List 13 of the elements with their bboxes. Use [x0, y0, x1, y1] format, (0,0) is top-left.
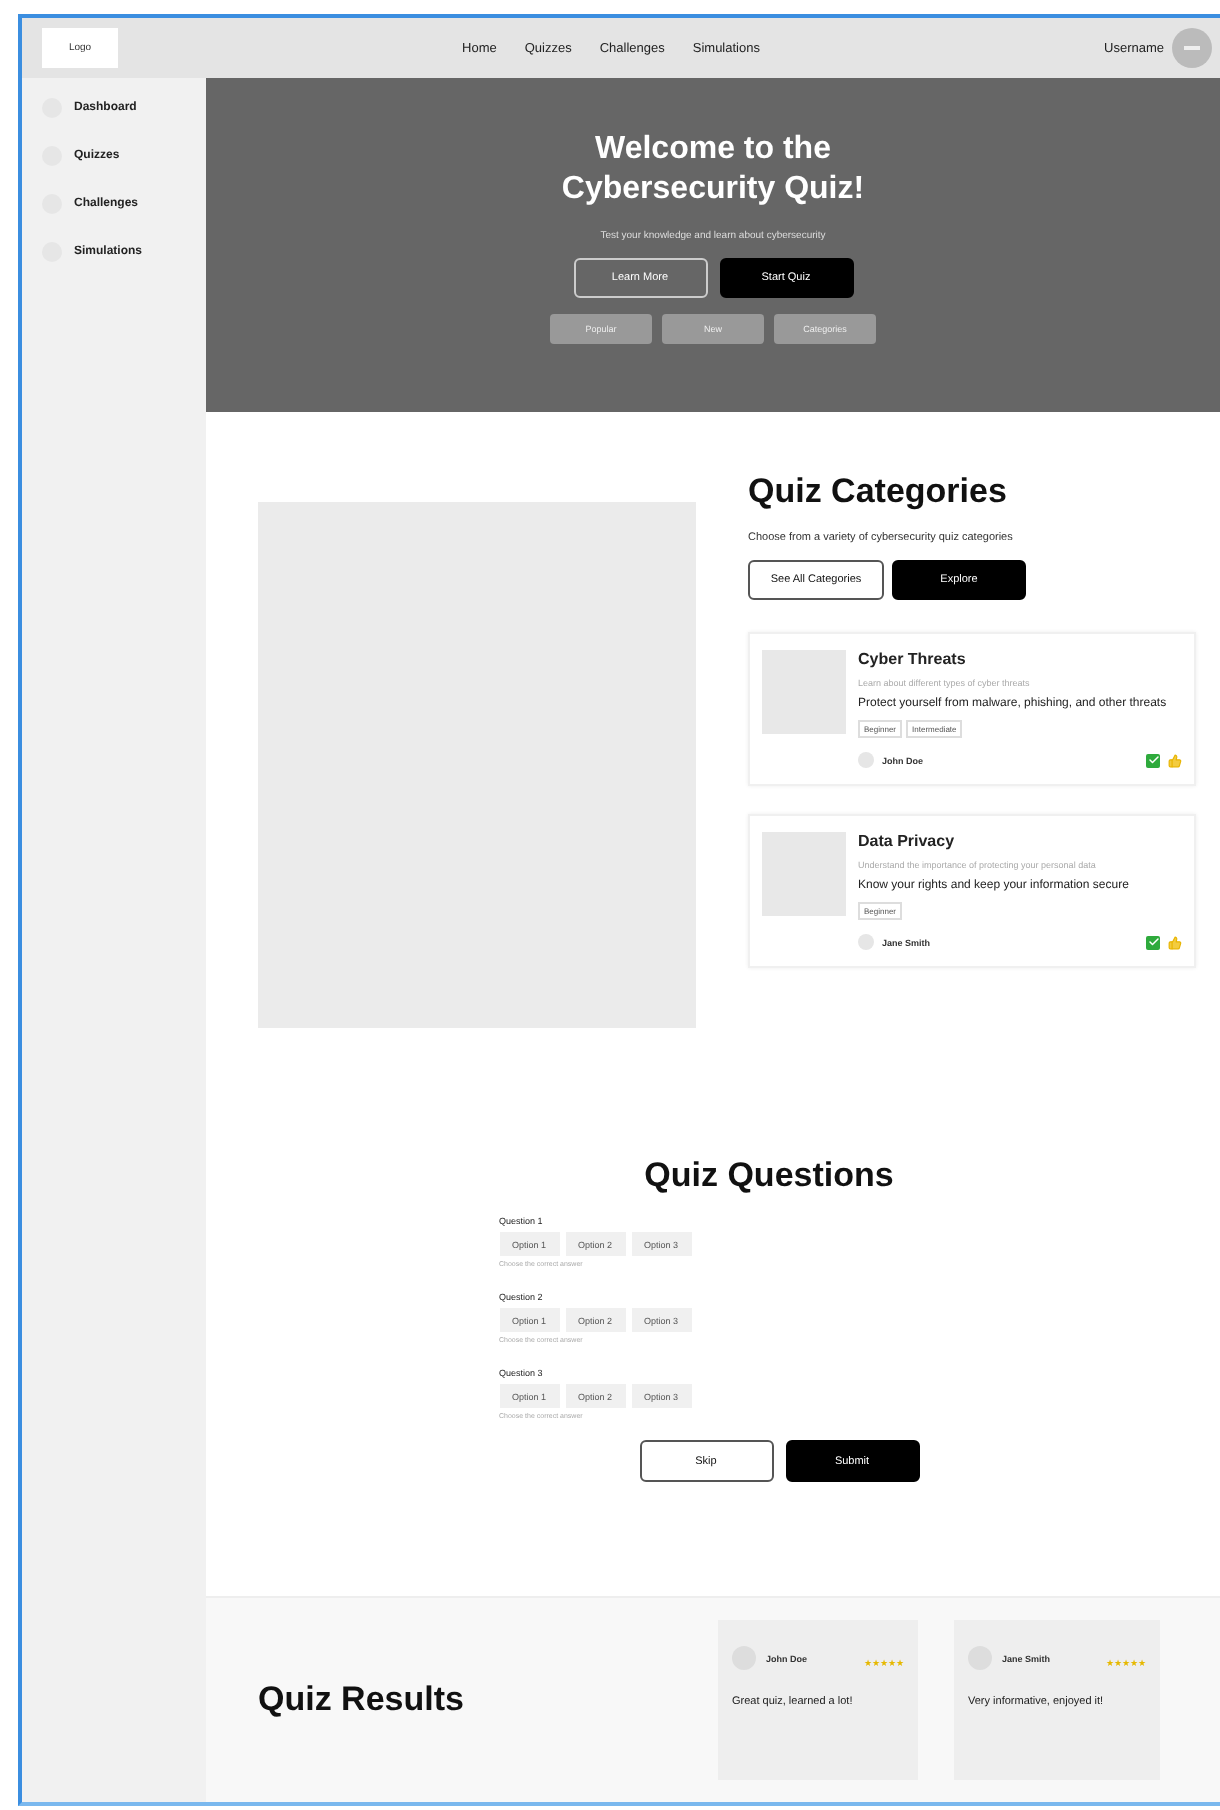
- section-title: Quiz Questions: [644, 1156, 894, 1196]
- card-title: Data Privacy: [858, 832, 957, 850]
- check-icon: [1146, 935, 1160, 949]
- section-title: Quiz Categories: [748, 472, 1009, 512]
- thumbs-up-icon[interactable]: [1168, 935, 1182, 949]
- check-icon: [1146, 753, 1160, 767]
- avatar-icon: [858, 934, 874, 950]
- hero-title: Welcome to the Cybersecurity Quiz!: [559, 130, 867, 210]
- card-title: Cyber Threats: [858, 650, 968, 668]
- avatar-icon: [858, 752, 874, 768]
- thumbs-up-icon[interactable]: [1168, 753, 1182, 767]
- section-title: Quiz Results: [258, 1680, 466, 1720]
- user-avatar-icon[interactable]: [1172, 28, 1212, 68]
